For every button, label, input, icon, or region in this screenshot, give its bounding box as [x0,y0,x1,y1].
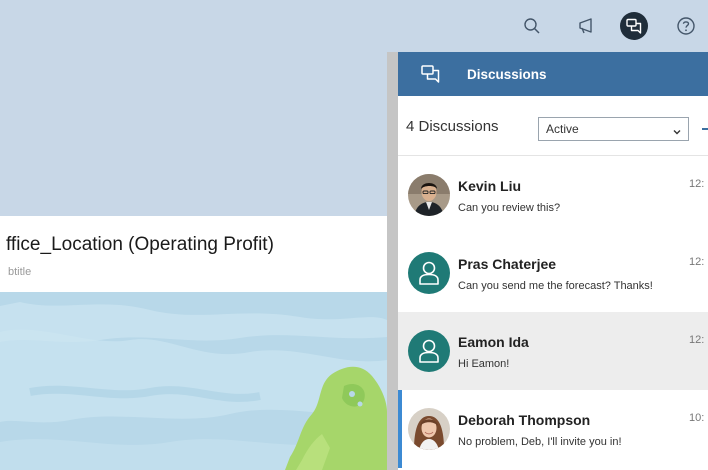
discussions-toolbar: 4 Discussions Active [398,96,708,156]
discussion-item[interactable]: Kevin Liu Can you review this? 12: [398,156,708,234]
discussion-item[interactable]: Eamon Ida Hi Eamon! 12: [398,312,708,390]
panel-header: Discussions [398,52,708,96]
chevron-down-icon [672,124,682,142]
author-name: Deborah Thompson [458,412,591,428]
message-preview: Can you review this? [458,202,561,214]
timestamp: 10: [689,412,705,424]
discussions-header-icon [420,64,442,84]
message-preview: Can you send me the forecast? Thanks! [458,280,653,292]
author-name: Eamon Ida [458,334,529,350]
timestamp: 12: [689,334,705,346]
timestamp: 12: [689,256,705,268]
collapse-icon[interactable] [702,128,708,130]
status-filter-value: Active [546,122,579,136]
geo-map[interactable] [0,292,387,470]
help-icon[interactable] [672,12,700,40]
avatar [408,174,450,216]
widget-title: ffice_Location (Operating Profit) [6,234,274,255]
announcement-icon[interactable] [574,12,602,40]
status-filter-select[interactable]: Active [538,117,689,141]
panel-resize-handle[interactable] [387,52,398,470]
message-preview: Hi Eamon! [458,358,510,370]
author-name: Pras Chaterjee [458,256,557,272]
search-icon[interactable] [518,12,546,40]
discussions-panel: Discussions 4 Discussions Active Kevin L… [398,52,708,470]
user-icon [408,252,450,294]
shell-bar [0,0,708,52]
discussion-list: Kevin Liu Can you review this? 12: Pras … [398,156,708,468]
timestamp: 12: [689,178,705,190]
discussion-item[interactable]: Deborah Thompson No problem, Deb, I'll i… [398,390,708,468]
message-preview: No problem, Deb, I'll invite you in! [458,436,622,448]
author-name: Kevin Liu [458,178,522,194]
discussion-count: 4 Discussions [406,118,499,135]
map-widget[interactable]: ffice_Location (Operating Profit) btitle [0,216,387,470]
widget-subtitle: btitle [8,266,32,278]
discussion-item[interactable]: Pras Chaterjee Can you send me the forec… [398,234,708,312]
avatar [408,408,450,450]
discussions-icon[interactable] [620,12,648,40]
user-icon [408,330,450,372]
panel-title: Discussions [467,67,547,82]
